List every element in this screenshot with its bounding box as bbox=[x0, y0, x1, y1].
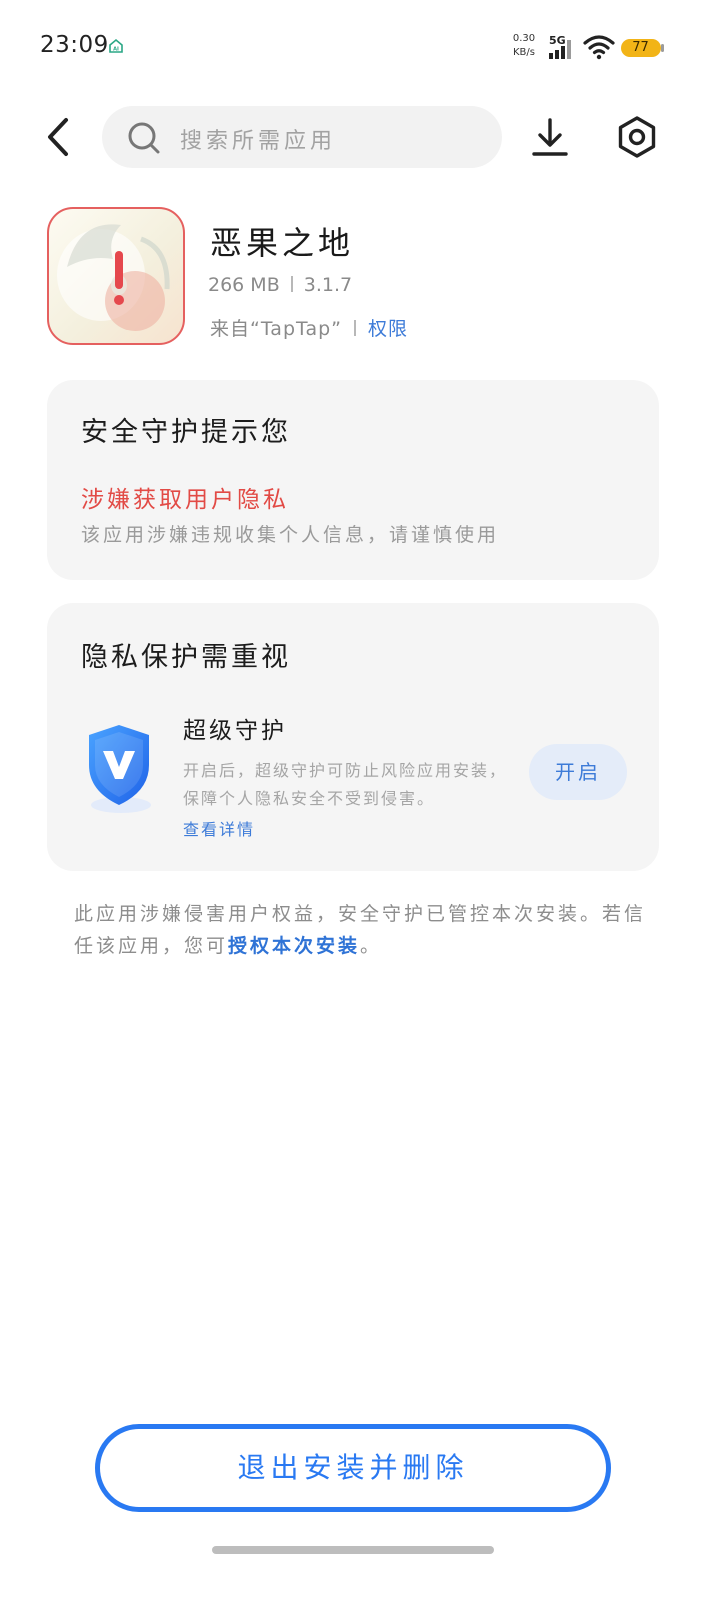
back-button[interactable] bbox=[40, 112, 80, 162]
settings-hexagon-icon bbox=[618, 116, 656, 158]
network-speed-value: 0.30 bbox=[512, 33, 536, 44]
settings-button[interactable] bbox=[614, 114, 660, 160]
status-bar: 23:09 AI 0.30 KB/s 5G 77 bbox=[0, 0, 720, 96]
super-guard-description: 开启后，超级守护可防止风险应用安装，保障个人隐私安全不受到侵害。 bbox=[183, 761, 508, 808]
install-notice: 此应用涉嫌侵害用户权益，安全守护已管控本次安装。若信任该应用，您可授权本次安装。 bbox=[74, 898, 664, 962]
privacy-card-title: 隐私保护需重视 bbox=[81, 642, 291, 673]
battery-indicator: 77 bbox=[620, 38, 666, 58]
network-speed: 0.30 KB/s bbox=[509, 32, 539, 60]
wifi-icon bbox=[583, 35, 615, 60]
shield-icon bbox=[89, 725, 151, 813]
signal-bars-icon bbox=[549, 40, 571, 59]
app-size: 266 MB bbox=[208, 274, 280, 296]
app-source-row: 来自“TapTap” 权限 bbox=[210, 314, 408, 341]
notice-end: 。 bbox=[360, 935, 383, 957]
home-indicator[interactable] bbox=[212, 1546, 494, 1554]
risk-description: 该应用涉嫌违规收集个人信息，请谨慎使用 bbox=[81, 524, 500, 546]
view-details-link[interactable]: 查看详情 bbox=[183, 816, 255, 840]
cellular-signal: 5G bbox=[548, 34, 576, 60]
exit-and-delete-button[interactable]: 退出安装并删除 bbox=[95, 1424, 611, 1512]
privacy-protection-card: 隐私保护需重视 超级守护 开启后，超级守护可防止风险应用安装，保障个人隐私安全不… bbox=[47, 603, 659, 871]
super-guard-title: 超级守护 bbox=[183, 718, 287, 744]
chevron-left-icon bbox=[48, 118, 68, 156]
permissions-link[interactable]: 权限 bbox=[368, 318, 408, 340]
status-time: 23:09 bbox=[40, 32, 109, 58]
download-button[interactable] bbox=[528, 114, 572, 162]
source-divider bbox=[354, 320, 357, 336]
app-name: 恶果之地 bbox=[210, 224, 355, 262]
authorize-install-link[interactable]: 授权本次安装 bbox=[228, 935, 360, 957]
app-version: 3.1.7 bbox=[303, 274, 353, 296]
meta-divider bbox=[290, 276, 293, 292]
app-meta: 266 MB 3.1.7 bbox=[208, 274, 352, 296]
battery-level: 77 bbox=[632, 40, 649, 55]
enable-button[interactable]: 开启 bbox=[529, 744, 627, 800]
search-input[interactable]: 搜索所需应用 bbox=[102, 106, 502, 168]
app-source: 来自“TapTap” bbox=[210, 318, 343, 340]
security-card-title: 安全守护提示您 bbox=[81, 417, 291, 448]
app-icon bbox=[47, 207, 185, 345]
network-speed-unit: KB/s bbox=[513, 47, 535, 58]
ai-home-icon: AI bbox=[109, 38, 123, 53]
search-icon bbox=[128, 122, 160, 154]
security-warning-card: 安全守护提示您 涉嫌获取用户隐私 该应用涉嫌违规收集个人信息，请谨慎使用 bbox=[47, 380, 659, 580]
search-placeholder: 搜索所需应用 bbox=[180, 129, 337, 154]
warning-app-icon bbox=[57, 224, 170, 331]
download-icon bbox=[532, 118, 568, 156]
svg-text:AI: AI bbox=[113, 47, 119, 53]
risk-title: 涉嫌获取用户隐私 bbox=[81, 487, 289, 513]
